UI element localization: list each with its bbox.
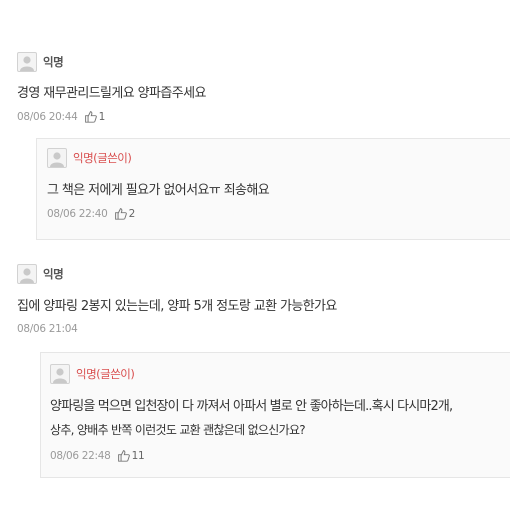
like-button[interactable]: 1 (84, 110, 105, 123)
comment-date: 08/06 20:44 (17, 110, 78, 123)
like-count: 2 (128, 207, 136, 220)
like-count: 1 (98, 110, 106, 123)
like-button[interactable]: 11 (117, 449, 145, 462)
reply-author: 익명(글쓴이) (76, 367, 135, 381)
reply-text-line-2: 상추, 양배추 반쪽 이런것도 교환 괜찮은데 없으신가요? (50, 423, 306, 437)
avatar (17, 264, 37, 284)
thumbs-up-icon (114, 208, 127, 220)
comment-author: 익명 (43, 55, 64, 69)
comment-2: 익명 집에 양파링 2봉지 있는는데, 양파 5개 정도랑 교환 가능한가요 0… (17, 264, 510, 335)
like-button[interactable]: 2 (114, 207, 135, 220)
reply-date: 08/06 22:48 (50, 449, 111, 462)
reply-author: 익명(글쓴이) (73, 151, 132, 165)
like-count: 11 (131, 449, 145, 462)
reply-date: 08/06 22:40 (47, 207, 108, 220)
reply-text-line-1: 양파링을 먹으면 입천장이 다 까져서 아파서 별로 안 좋아하는데..혹시 다… (50, 399, 453, 414)
comment-author: 익명 (43, 267, 64, 281)
comment-date: 08/06 21:04 (17, 323, 78, 335)
avatar (17, 52, 37, 72)
comment-text: 집에 양파링 2봉지 있는는데, 양파 5개 정도랑 교환 가능한가요 (17, 299, 337, 314)
thumbs-up-icon (117, 450, 130, 462)
avatar (50, 364, 70, 384)
reply-2: 익명(글쓴이) 양파링을 먹으면 입천장이 다 까져서 아파서 별로 안 좋아하… (50, 364, 510, 462)
reply-1: 익명(글쓴이) 그 책은 저에게 필요가 없어서요ㅠ 죄송해요 08/06 22… (47, 148, 510, 220)
comment-1: 익명 경영 재무관리드릴게요 양파즙주세요 08/06 20:44 1 (17, 52, 510, 123)
thumbs-up-icon (84, 111, 97, 123)
reply-text: 그 책은 저에게 필요가 없어서요ㅠ 죄송해요 (47, 183, 270, 198)
comment-text: 경영 재무관리드릴게요 양파즙주세요 (17, 86, 206, 101)
avatar (47, 148, 67, 168)
